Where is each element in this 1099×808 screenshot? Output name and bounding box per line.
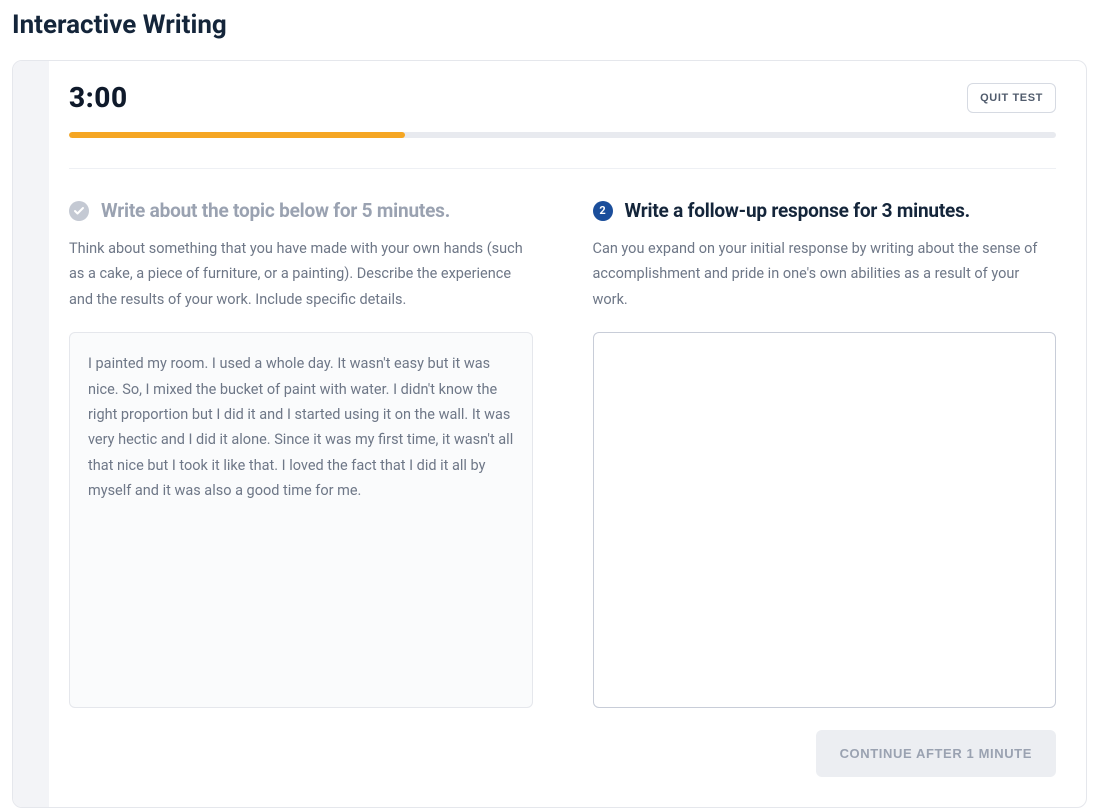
card-header: 3:00 QUIT TEST: [13, 61, 1086, 169]
task-2-title: Write a follow-up response for 3 minutes…: [625, 199, 971, 222]
test-card: 3:00 QUIT TEST Write about the topic bel…: [12, 60, 1087, 808]
progress-bar: [69, 132, 1056, 138]
task-step-1: Write about the topic below for 5 minute…: [69, 169, 533, 777]
page-title: Interactive Writing: [0, 0, 1099, 60]
task-1-prompt: Think about something that you have made…: [69, 236, 533, 312]
task-1-response-readonly: I painted my room. I used a whole day. I…: [69, 332, 533, 708]
quit-test-button[interactable]: QUIT TEST: [967, 83, 1056, 113]
timer-display: 3:00: [69, 81, 128, 114]
step-number-badge: 2: [593, 201, 613, 221]
divider: [69, 168, 1056, 169]
progress-fill: [69, 132, 405, 138]
task-1-title: Write about the topic below for 5 minute…: [101, 199, 450, 222]
continue-button[interactable]: CONTINUE AFTER 1 MINUTE: [816, 730, 1056, 777]
task-2-prompt: Can you expand on your initial response …: [593, 236, 1057, 312]
task-step-2: 2 Write a follow-up response for 3 minut…: [593, 169, 1057, 777]
check-icon: [69, 201, 89, 221]
task-2-response-input[interactable]: [593, 332, 1057, 708]
